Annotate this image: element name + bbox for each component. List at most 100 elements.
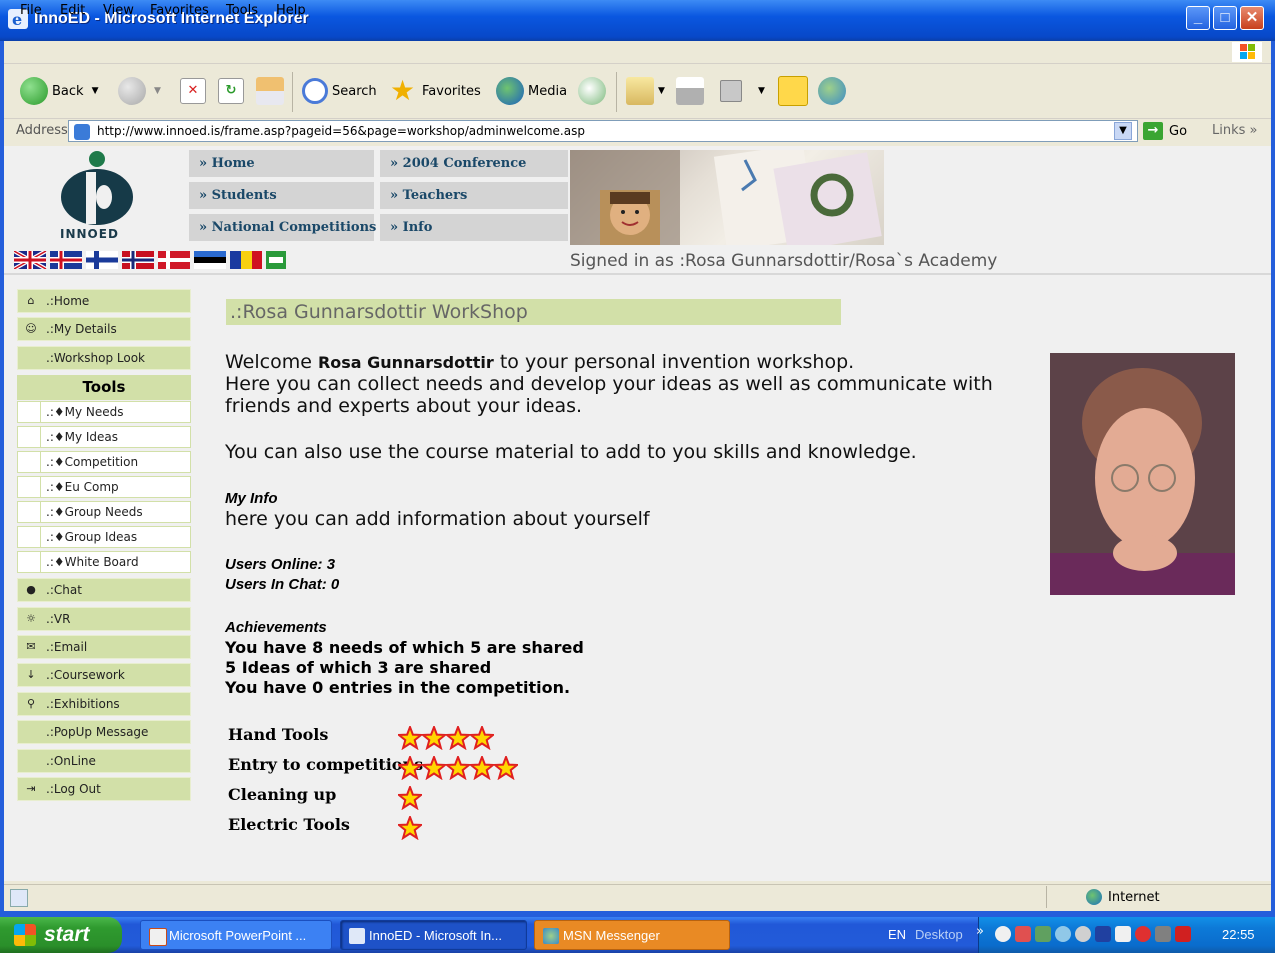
antivirus-icon[interactable] <box>1115 926 1131 942</box>
tray-icon[interactable] <box>1015 926 1031 942</box>
tool-my-needs[interactable]: .:♦My Needs <box>17 401 191 423</box>
mail-icon <box>626 77 654 105</box>
flag-finland-icon <box>86 251 118 269</box>
tool-label: .:♦Competition <box>46 455 139 469</box>
tool-eu-comp[interactable]: .:♦Eu Comp <box>17 476 191 498</box>
menu-log-out[interactable]: ⇥ .:Log Out <box>17 777 191 801</box>
skill-stars <box>398 756 518 780</box>
menu-my-details[interactable]: ☺ .:My Details <box>17 317 191 341</box>
desktop-toolbar[interactable]: Desktop <box>915 927 963 942</box>
menu-online-label: .:OnLine <box>46 754 96 768</box>
banner-image <box>570 150 884 245</box>
address-dropdown-icon[interactable]: ▼ <box>1114 122 1132 140</box>
taskbar-msn-messenger[interactable]: MSN Messenger <box>534 920 730 950</box>
menu-tools[interactable]: Tools <box>226 3 258 18</box>
skill-stars <box>398 726 494 750</box>
menu-view[interactable]: View <box>103 3 134 18</box>
network-icon[interactable] <box>1055 926 1071 942</box>
menu-file[interactable]: File <box>20 3 42 18</box>
nav-2004-conference[interactable]: » 2004 Conference <box>380 150 568 179</box>
star-icon <box>446 756 470 780</box>
menu-online[interactable]: .:OnLine <box>17 749 191 773</box>
tools-heading: Tools <box>17 375 191 400</box>
taskbar-powerpoint[interactable]: Microsoft PowerPoint ... <box>140 920 332 950</box>
flag-denmark-icon <box>158 251 190 269</box>
welcome-line: Welcome Rosa Gunnarsdottir to your perso… <box>225 351 854 373</box>
maximize-button[interactable]: □ <box>1213 6 1237 30</box>
menu-workshop-look[interactable]: .:Workshop Look <box>17 346 191 370</box>
powerpoint-icon <box>149 928 167 946</box>
close-button[interactable]: ✕ <box>1240 6 1264 30</box>
media-button[interactable]: Media <box>496 76 567 106</box>
windows-logo-icon <box>1232 42 1262 62</box>
home-button[interactable] <box>256 76 288 106</box>
favorites-button[interactable]: ★ Favorites <box>390 76 481 106</box>
messenger-icon[interactable] <box>1035 926 1051 942</box>
search-label: Search <box>332 83 377 99</box>
star-icon <box>398 786 422 810</box>
tool-group-ideas[interactable]: .:♦Group Ideas <box>17 526 191 548</box>
menu-vr[interactable]: ☼ .:VR <box>17 607 191 631</box>
links-button[interactable]: Links » <box>1212 123 1258 138</box>
skill-label: Cleaning up <box>228 785 337 804</box>
back-arrow-icon[interactable] <box>995 926 1011 942</box>
menu-email[interactable]: ✉ .:Email <box>17 635 191 659</box>
menu-bar <box>4 41 1271 64</box>
menu-edit[interactable]: Edit <box>60 3 85 18</box>
menu-coursework[interactable]: ↓ .:Coursework <box>17 663 191 687</box>
signed-in-text: Signed in as :Rosa Gunnarsdottir/Rosa`s … <box>570 251 998 271</box>
nav-national-competitions[interactable]: » National Competitions <box>189 214 376 243</box>
nav-students[interactable]: » Students <box>189 182 374 211</box>
history-button[interactable] <box>578 76 610 106</box>
nav-home[interactable]: » Home <box>189 150 374 179</box>
back-button[interactable]: Back ▼ <box>20 76 98 106</box>
flag-other-icon <box>266 251 286 269</box>
minimize-button[interactable]: _ <box>1186 6 1210 30</box>
security-zone[interactable]: Internet <box>1086 889 1160 905</box>
welcome-pre: Welcome <box>225 351 318 373</box>
menu-home[interactable]: ⌂ .:Home <box>17 289 191 313</box>
star-icon <box>422 756 446 780</box>
print-icon <box>676 77 704 105</box>
nav-teachers[interactable]: » Teachers <box>380 182 568 211</box>
messenger-button[interactable] <box>818 76 850 106</box>
skill-stars <box>398 786 422 810</box>
tool-white-board[interactable]: .:♦White Board <box>17 551 191 573</box>
tray-icon[interactable] <box>1075 926 1091 942</box>
skill-label: Electric Tools <box>228 815 350 834</box>
ati-icon[interactable] <box>1175 926 1191 942</box>
globe-icon <box>1086 889 1102 905</box>
nav-info[interactable]: » Info <box>380 214 568 243</box>
menu-favorites[interactable]: Favorites <box>150 3 209 18</box>
menu-exhibitions[interactable]: ⚲ .:Exhibitions <box>17 692 191 716</box>
search-button[interactable]: Search <box>302 76 377 106</box>
mail-button[interactable]: ▼ <box>626 76 665 106</box>
print-button[interactable] <box>676 76 708 106</box>
email-icon: ✉ <box>26 640 36 653</box>
edit-button[interactable]: ▼ <box>720 76 765 106</box>
go-arrow-icon: → <box>1143 122 1163 140</box>
tray-icon[interactable] <box>1135 926 1151 942</box>
start-button[interactable]: start <box>0 917 122 953</box>
menu-help[interactable]: Help <box>276 3 306 18</box>
go-button[interactable]: → Go <box>1143 122 1187 140</box>
bluetooth-icon[interactable] <box>1095 926 1111 942</box>
divider <box>4 273 1271 275</box>
my-info-heading[interactable]: My Info <box>225 490 278 507</box>
tool-group-needs[interactable]: .:♦Group Needs <box>17 501 191 523</box>
menu-chat[interactable]: ● .:Chat <box>17 578 191 602</box>
discuss-button[interactable] <box>778 76 812 106</box>
chevron-down-icon: ▼ <box>758 86 765 96</box>
volume-icon[interactable] <box>1155 926 1171 942</box>
stop-button[interactable]: ✕ <box>180 76 210 106</box>
refresh-button[interactable]: ↻ <box>218 76 248 106</box>
users-online-label: Users Online: <box>225 556 323 573</box>
address-input[interactable]: http://www.innoed.is/frame.asp?pageid=56… <box>68 120 1138 142</box>
tool-my-ideas[interactable]: .:♦My Ideas <box>17 426 191 448</box>
taskbar-internet-explorer[interactable]: InnoED - Microsoft In... <box>340 920 527 950</box>
tray-expand-icon[interactable]: » <box>976 924 984 939</box>
forward-button[interactable]: ▼ <box>118 76 161 106</box>
menu-popup-message[interactable]: .:PopUp Message <box>17 720 191 744</box>
tool-competition[interactable]: .:♦Competition <box>17 451 191 473</box>
language-indicator[interactable]: EN <box>888 927 906 942</box>
